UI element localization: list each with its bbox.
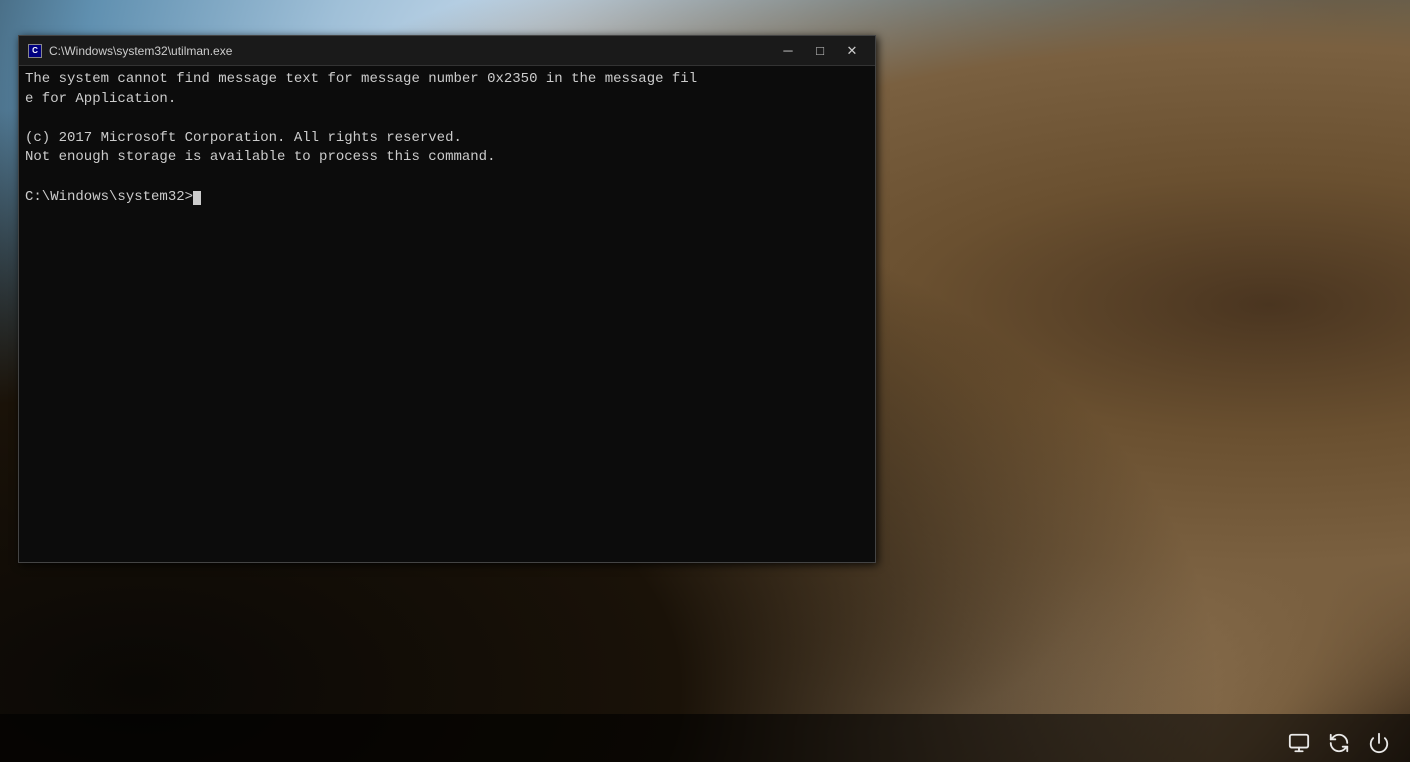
cmd-cursor <box>193 191 201 205</box>
minimize-button[interactable]: ─ <box>773 41 803 61</box>
display-icon[interactable] <box>1288 732 1310 754</box>
cmd-icon-inner: C <box>28 44 42 58</box>
power-icon[interactable] <box>1368 732 1390 754</box>
cmd-window-icon: C <box>27 43 43 59</box>
cmd-window: C C:\Windows\system32\utilman.exe ─ □ ✕ … <box>18 35 876 563</box>
system-tray <box>1288 732 1390 754</box>
cmd-titlebar: C C:\Windows\system32\utilman.exe ─ □ ✕ <box>19 36 875 66</box>
cmd-output: The system cannot find message text for … <box>25 70 869 207</box>
taskbar <box>0 714 1410 762</box>
maximize-button[interactable]: □ <box>805 41 835 61</box>
close-button[interactable]: ✕ <box>837 41 867 61</box>
cmd-title: C:\Windows\system32\utilman.exe <box>49 44 773 58</box>
cmd-window-controls: ─ □ ✕ <box>773 41 867 61</box>
cmd-body[interactable]: The system cannot find message text for … <box>19 66 875 562</box>
refresh-icon[interactable] <box>1328 732 1350 754</box>
